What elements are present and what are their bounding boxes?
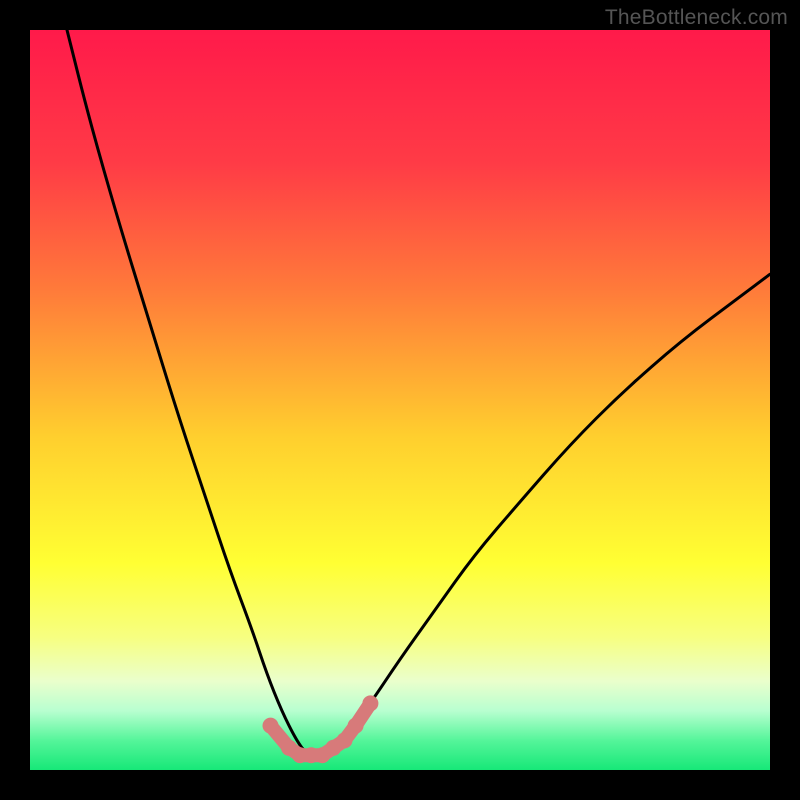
chart-frame: TheBottleneck.com xyxy=(0,0,800,800)
watermark-text: TheBottleneck.com xyxy=(605,6,788,30)
plot-area xyxy=(30,30,770,770)
highlight-dot xyxy=(337,732,353,748)
highlight-dot xyxy=(348,718,364,734)
bottleneck-curve xyxy=(67,30,770,755)
highlight-dot xyxy=(362,695,378,711)
highlight-dot xyxy=(263,718,279,734)
chart-svg xyxy=(30,30,770,770)
